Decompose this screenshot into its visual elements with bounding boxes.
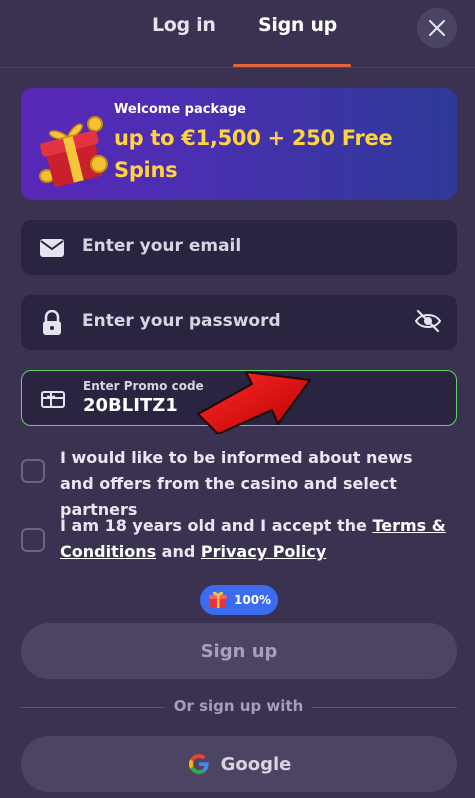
terms-and: and xyxy=(156,542,201,561)
envelope-icon xyxy=(40,239,64,257)
divider-left xyxy=(21,707,165,708)
gift-box-icon xyxy=(39,116,108,187)
lock-icon xyxy=(43,310,61,335)
terms-consent-checkbox[interactable] xyxy=(21,528,45,552)
tab-login[interactable]: Log in xyxy=(152,14,216,44)
eye-off-icon[interactable] xyxy=(413,306,443,336)
close-button[interactable] xyxy=(417,8,457,48)
tab-signup[interactable]: Sign up xyxy=(258,14,337,44)
auth-tabs: Log in Sign up xyxy=(0,0,475,68)
promo-code-value: 20BLITZ1 xyxy=(83,395,178,416)
close-icon xyxy=(429,20,445,36)
banner-headline: up to €1,500 + 250 Free Spins xyxy=(114,126,393,182)
news-consent-checkbox[interactable] xyxy=(21,459,45,483)
google-button-label: Google xyxy=(220,753,292,775)
google-signup-button[interactable]: Google xyxy=(21,736,457,792)
promo-code-label: Enter Promo code xyxy=(83,379,204,393)
red-arrow-icon xyxy=(197,371,311,434)
signup-button[interactable]: Sign up xyxy=(21,623,457,679)
password-field[interactable]: Enter your password xyxy=(21,295,457,350)
terms-prefix: I am 18 years old and I accept the xyxy=(60,516,373,535)
bonus-badge: 100% xyxy=(200,585,278,615)
password-placeholder: Enter your password xyxy=(82,311,281,331)
banner-kicker: Welcome package xyxy=(114,102,246,117)
bonus-percent: 100% xyxy=(234,593,272,607)
divider-right xyxy=(312,707,457,708)
privacy-link[interactable]: Privacy Policy xyxy=(201,542,326,561)
google-icon xyxy=(188,754,209,774)
gift-icon xyxy=(209,591,227,608)
email-placeholder: Enter your email xyxy=(82,236,242,256)
welcome-banner: Welcome package up to €1,500 + 250 Free … xyxy=(21,88,457,200)
terms-consent-text: I am 18 years old and I accept the Terms… xyxy=(60,513,450,565)
active-tab-indicator xyxy=(233,64,351,67)
email-field[interactable]: Enter your email xyxy=(21,220,457,275)
gift-card-icon xyxy=(41,391,65,408)
news-consent-text: I would like to be informed about news a… xyxy=(60,448,413,519)
divider-text: Or sign up with xyxy=(173,697,304,715)
